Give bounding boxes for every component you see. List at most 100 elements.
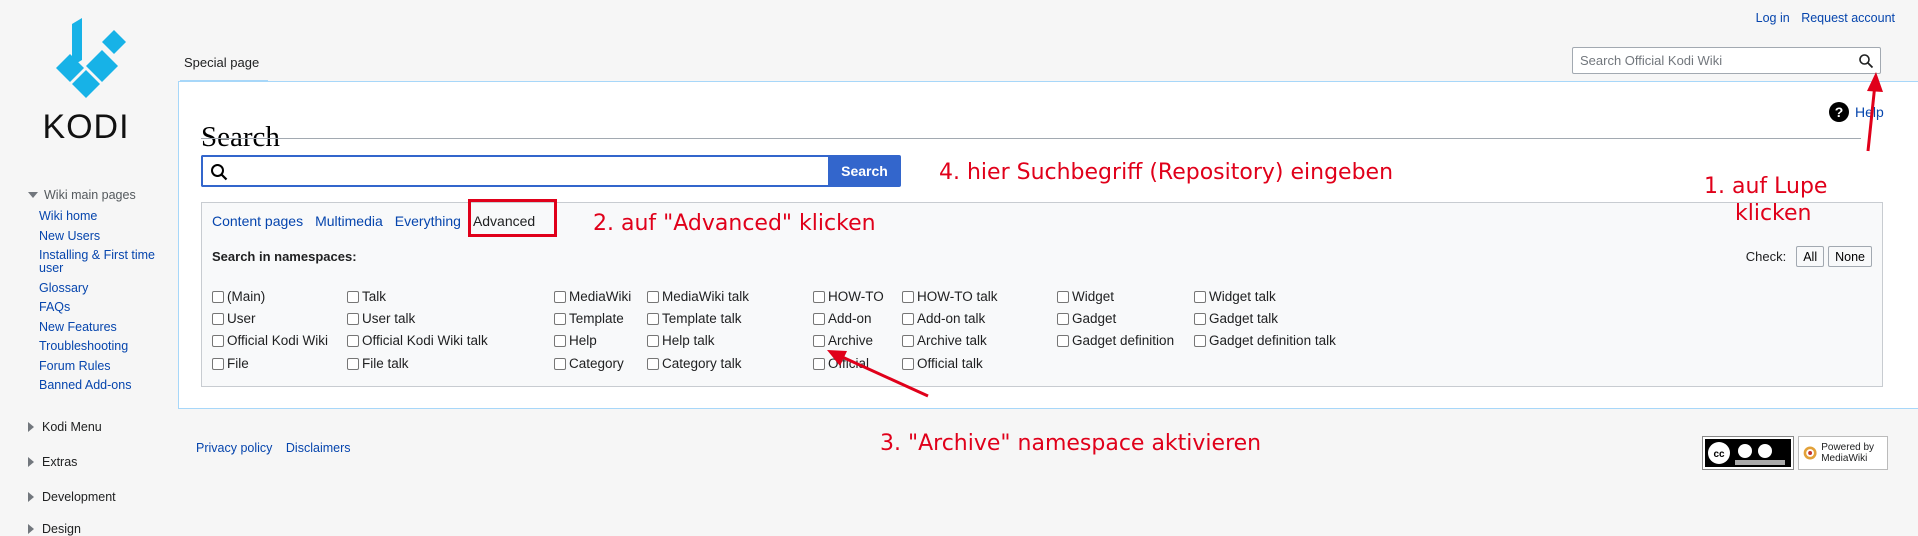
namespace-checkbox-file[interactable]: File (212, 356, 249, 371)
checkbox[interactable] (554, 357, 566, 370)
checkbox[interactable] (1194, 312, 1206, 325)
checkbox[interactable] (212, 290, 224, 303)
checkbox[interactable] (212, 357, 224, 370)
check-label: Check: (1745, 249, 1787, 264)
namespace-checkbox-mediawiki[interactable]: MediaWiki (554, 289, 631, 304)
namespace-checkbox-official[interactable]: Official (813, 356, 869, 371)
namespace-label: Official Kodi Wiki talk (362, 333, 488, 348)
namespace-checkbox-archive-talk[interactable]: Archive talk (902, 333, 987, 348)
portal-design[interactable]: Design (28, 522, 81, 536)
namespace-checkbox-user[interactable]: User (212, 311, 256, 326)
checkbox[interactable] (647, 357, 659, 370)
sidebar-item-troubleshooting[interactable]: Troubleshooting (39, 339, 128, 353)
request-account-link[interactable]: Request account (1801, 11, 1895, 25)
checkbox[interactable] (1194, 334, 1206, 347)
kodi-logo[interactable]: KODI (36, 18, 136, 146)
login-link[interactable]: Log in (1756, 11, 1790, 25)
portal-label: Design (42, 522, 81, 536)
checkbox[interactable] (1057, 334, 1069, 347)
namespace-checkbox-gadget-definition[interactable]: Gadget definition (1057, 333, 1174, 348)
sidebar-item-new-users[interactable]: New Users (39, 229, 100, 243)
sidebar-item-new-features[interactable]: New Features (39, 320, 117, 334)
checkbox[interactable] (813, 312, 825, 325)
namespace-checkbox-how-to-talk[interactable]: HOW-TO talk (902, 289, 998, 304)
namespace-checkbox-widget-talk[interactable]: Widget talk (1194, 289, 1276, 304)
checkbox[interactable] (647, 334, 659, 347)
tab-multimedia[interactable]: Multimedia (315, 213, 383, 229)
disclaimers-link[interactable]: Disclaimers (286, 441, 351, 455)
checkbox[interactable] (813, 334, 825, 347)
sidebar-item-banned-addons[interactable]: Banned Add-ons (39, 378, 131, 392)
namespace-checkbox-mediawiki-talk[interactable]: MediaWiki talk (647, 289, 749, 304)
tab-special-page[interactable]: Special page (184, 55, 259, 70)
namespace-checkbox-user-talk[interactable]: User talk (347, 311, 415, 326)
sidebar-item-wiki-home[interactable]: Wiki home (39, 209, 97, 223)
portal-kodi-menu[interactable]: Kodi Menu (28, 420, 102, 434)
namespace-checkbox-widget[interactable]: Widget (1057, 289, 1114, 304)
namespace-checkbox-main[interactable]: (Main) (212, 289, 265, 304)
checkbox[interactable] (347, 290, 359, 303)
checkbox[interactable] (1057, 290, 1069, 303)
main-search-field[interactable] (201, 155, 828, 187)
namespace-checkbox-add-on[interactable]: Add-on (813, 311, 872, 326)
namespace-checkbox-help[interactable]: Help (554, 333, 597, 348)
namespace-checkbox-help-talk[interactable]: Help talk (647, 333, 715, 348)
namespace-checkbox-template-talk[interactable]: Template talk (647, 311, 742, 326)
checkbox[interactable] (647, 290, 659, 303)
check-all-button[interactable]: All (1796, 246, 1825, 267)
sidebar-item-glossary[interactable]: Glossary (39, 281, 88, 295)
tab-content-pages[interactable]: Content pages (212, 213, 303, 229)
sidebar-item-installing[interactable]: Installing & First time user (39, 248, 155, 275)
cc-license-badge[interactable]: cc (1702, 436, 1794, 470)
main-search-input[interactable] (235, 160, 819, 184)
namespace-checkbox-gadget[interactable]: Gadget (1057, 311, 1116, 326)
checkbox[interactable] (347, 357, 359, 370)
checkbox[interactable] (1194, 290, 1206, 303)
checkbox[interactable] (1057, 312, 1069, 325)
portal-extras[interactable]: Extras (28, 455, 77, 469)
namespace-checkbox-how-to[interactable]: HOW-TO (813, 289, 884, 304)
search-icon[interactable] (1858, 53, 1874, 69)
sidebar-nav: Wiki home New Users Installing & First t… (39, 210, 178, 392)
checkbox[interactable] (813, 290, 825, 303)
checkbox[interactable] (212, 334, 224, 347)
checkbox[interactable] (347, 334, 359, 347)
namespace-checkbox-template[interactable]: Template (554, 311, 624, 326)
namespace-checkbox-category[interactable]: Category (554, 356, 624, 371)
search-button[interactable]: Search (828, 155, 901, 187)
checkbox[interactable] (902, 312, 914, 325)
help-label[interactable]: Help (1855, 104, 1884, 120)
namespace-checkbox-official-kodi-wiki-talk[interactable]: Official Kodi Wiki talk (347, 333, 488, 348)
namespace-checkbox-gadget-talk[interactable]: Gadget talk (1194, 311, 1278, 326)
checkbox[interactable] (902, 290, 914, 303)
checkbox[interactable] (212, 312, 224, 325)
privacy-policy-link[interactable]: Privacy policy (196, 441, 272, 455)
namespace-checkbox-category-talk[interactable]: Category talk (647, 356, 742, 371)
checkbox[interactable] (554, 290, 566, 303)
checkbox[interactable] (347, 312, 359, 325)
sidebar-item-forum-rules[interactable]: Forum Rules (39, 359, 111, 373)
checkbox[interactable] (647, 312, 659, 325)
check-none-button[interactable]: None (1828, 246, 1872, 267)
namespace-checkbox-add-on-talk[interactable]: Add-on talk (902, 311, 985, 326)
checkbox[interactable] (902, 334, 914, 347)
namespace-checkbox-archive[interactable]: Archive (813, 333, 873, 348)
namespace-checkbox-talk[interactable]: Talk (347, 289, 386, 304)
checkbox[interactable] (902, 357, 914, 370)
sidebar-item-faqs[interactable]: FAQs (39, 300, 70, 314)
namespace-label: Add-on (828, 311, 872, 326)
namespace-checkbox-gadget-definition-talk[interactable]: Gadget definition talk (1194, 333, 1336, 348)
powered-by-mediawiki-badge[interactable]: Powered by MediaWiki (1798, 436, 1888, 470)
namespace-checkbox-official-talk[interactable]: Official talk (902, 356, 983, 371)
header-search-input[interactable] (1573, 48, 1850, 73)
annotation-step-1-line2: klicken (1735, 201, 1812, 226)
portal-development[interactable]: Development (28, 490, 116, 504)
tab-everything[interactable]: Everything (395, 213, 461, 229)
namespace-checkbox-file-talk[interactable]: File talk (347, 356, 409, 371)
namespace-checkbox-official-kodi-wiki[interactable]: Official Kodi Wiki (212, 333, 328, 348)
help-link[interactable]: ? Help (1829, 102, 1884, 122)
portal-wiki-main-pages[interactable]: Wiki main pages (28, 188, 178, 202)
checkbox[interactable] (813, 357, 825, 370)
checkbox[interactable] (554, 312, 566, 325)
checkbox[interactable] (554, 334, 566, 347)
